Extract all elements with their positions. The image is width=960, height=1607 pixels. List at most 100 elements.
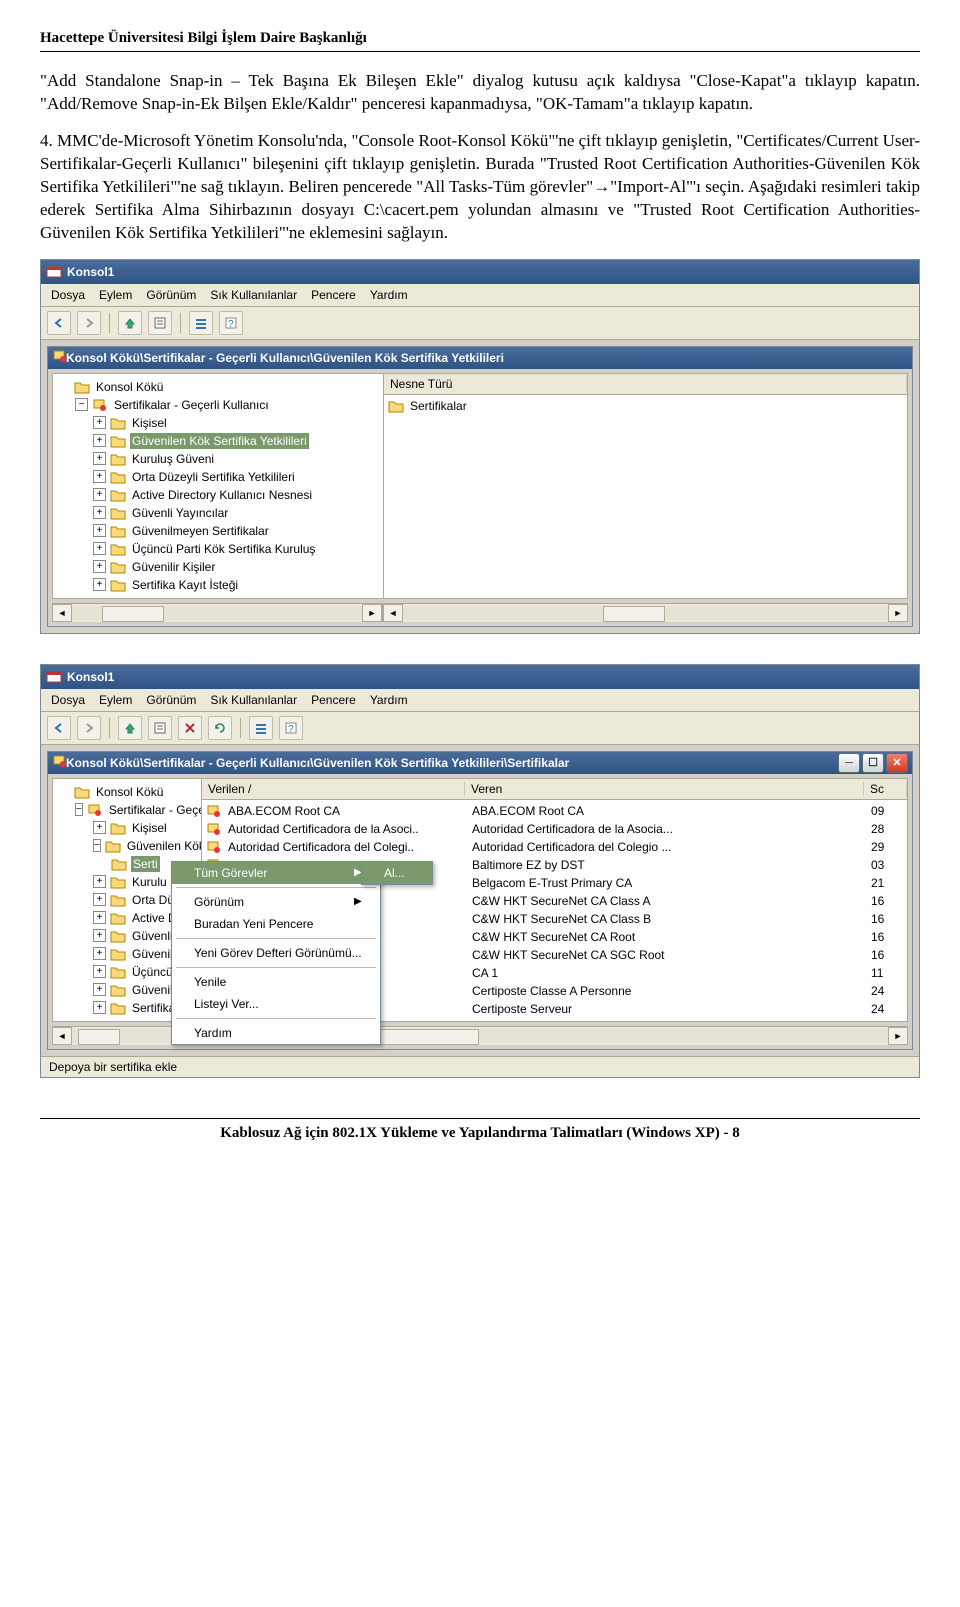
tree-user[interactable]: −Sertifikalar - Geçerli Kullanıcı xyxy=(53,801,201,819)
tree-item[interactable]: +Active Directory Kullanıcı Nesnesi xyxy=(53,486,383,504)
menu-yardim[interactable]: Yardım xyxy=(370,288,408,302)
tree-user[interactable]: −Sertifikalar - Geçerli Kullanıcı xyxy=(53,396,383,414)
cert-icon xyxy=(206,822,222,836)
props-button[interactable] xyxy=(148,716,172,740)
scrollbar-horizontal[interactable]: ◄► xyxy=(52,603,383,622)
col-issued-by[interactable]: Veren xyxy=(465,782,864,796)
menu-pencere[interactable]: Pencere xyxy=(311,693,356,707)
menu-yeni-gorev[interactable]: Yeni Görev Defteri Görünümü... xyxy=(172,942,380,964)
menu-buradan-yeni[interactable]: Buradan Yeni Pencere xyxy=(172,913,380,935)
cert-icon xyxy=(206,840,222,854)
tree-item[interactable]: +Sertifika Kayıt İsteği xyxy=(53,576,383,594)
list-button[interactable] xyxy=(189,311,213,335)
forward-button[interactable] xyxy=(77,311,101,335)
context-submenu[interactable]: Al... xyxy=(361,861,433,885)
inner-window-title: Konsol Kökü\Sertifikalar - Geçerli Kulla… xyxy=(66,756,569,770)
cert-icon xyxy=(52,754,66,771)
mmc-window-1: Konsol1 Dosya Eylem Görünüm Sık Kullanıl… xyxy=(40,259,920,634)
tree-item[interactable]: −Güvenilen Kök Sertifika Yetkilileri xyxy=(53,837,201,855)
back-button[interactable] xyxy=(47,311,71,335)
tree-item[interactable]: +Orta Düzeyli Sertifika Yetkilileri xyxy=(53,468,383,486)
help-button[interactable]: ? xyxy=(279,716,303,740)
menu-al[interactable]: Al... xyxy=(362,862,432,884)
delete-button[interactable] xyxy=(178,716,202,740)
props-button[interactable] xyxy=(148,311,172,335)
table-row[interactable]: ABA.ECOM Root CAABA.ECOM Root CA09 xyxy=(202,802,907,820)
cert-icon xyxy=(52,349,66,366)
window-title: Konsol1 xyxy=(67,670,114,684)
menu-tum-gorevler[interactable]: Tüm Görevler▶ xyxy=(172,862,380,884)
help-button[interactable]: ? xyxy=(219,311,243,335)
menu-listeyi[interactable]: Listeyi Ver... xyxy=(172,993,380,1015)
tree-item[interactable]: +Güvenilir Kişiler xyxy=(53,558,383,576)
tree-root[interactable]: Konsol Kökü xyxy=(53,378,383,396)
folder-icon xyxy=(388,399,404,413)
menu-dosya[interactable]: Dosya xyxy=(51,288,85,302)
context-menu[interactable]: Tüm Görevler▶ Görünüm▶ Buradan Yeni Penc… xyxy=(171,861,381,1045)
titlebar[interactable]: Konsol1 xyxy=(41,665,919,689)
titlebar[interactable]: Konsol1 xyxy=(41,260,919,284)
back-button[interactable] xyxy=(47,716,71,740)
column-header[interactable]: Nesne Türü xyxy=(384,374,907,395)
menu-sik[interactable]: Sık Kullanılanlar xyxy=(210,288,297,302)
menu-gorunum[interactable]: Görünüm▶ xyxy=(172,891,380,913)
mmc-window-2: Konsol1 Dosya Eylem Görünüm Sık Kullanıl… xyxy=(40,664,920,1078)
refresh-button[interactable] xyxy=(208,716,232,740)
menubar[interactable]: Dosya Eylem Görünüm Sık Kullanılanlar Pe… xyxy=(41,689,919,712)
table-row[interactable]: Autoridad Certificadora del Colegi..Auto… xyxy=(202,838,907,856)
column-headers[interactable]: Verilen / Veren Sc xyxy=(202,779,907,800)
menu-sik[interactable]: Sık Kullanılanlar xyxy=(210,693,297,707)
menubar[interactable]: Dosya Eylem Görünüm Sık Kullanılanlar Pe… xyxy=(41,284,919,307)
menu-gorunum[interactable]: Görünüm xyxy=(146,693,196,707)
tree-item[interactable]: +Kuruluş Güveni xyxy=(53,450,383,468)
col-object-type[interactable]: Nesne Türü xyxy=(384,377,907,391)
svg-text:?: ? xyxy=(288,724,294,735)
paragraph-1: "Add Standalone Snap-in – Tek Başına Ek … xyxy=(40,70,920,116)
maximize-button[interactable]: ☐ xyxy=(862,753,884,773)
menu-dosya[interactable]: Dosya xyxy=(51,693,85,707)
inner-titlebar[interactable]: Konsol Kökü\Sertifikalar - Geçerli Kulla… xyxy=(48,347,912,369)
menu-yardim[interactable]: Yardım xyxy=(370,693,408,707)
tree-pane[interactable]: Konsol Kökü −Sertifikalar - Geçerli Kull… xyxy=(53,374,384,598)
page-header: Hacettepe Üniversitesi Bilgi İşlem Daire… xyxy=(40,30,920,52)
table-row[interactable]: Autoridad Certificadora de la Asoci..Aut… xyxy=(202,820,907,838)
up-button[interactable] xyxy=(118,311,142,335)
list-item[interactable]: Sertifikalar xyxy=(384,397,907,415)
menu-yenile[interactable]: Yenile xyxy=(172,971,380,993)
paragraph-2: 4. MMC'de-Microsoft Yönetim Konsolu'nda,… xyxy=(40,130,920,245)
tree-item[interactable]: +Güvenilmeyen Sertifikalar xyxy=(53,522,383,540)
tree-item[interactable]: +Kişisel xyxy=(53,819,201,837)
scrollbar-horizontal[interactable]: ◄► xyxy=(383,603,908,622)
tree-item-selected[interactable]: +Güvenilen Kök Sertifika Yetkilileri xyxy=(53,432,383,450)
forward-button[interactable] xyxy=(77,716,101,740)
inner-window: Konsol Kökü\Sertifikalar - Geçerli Kulla… xyxy=(47,751,913,1050)
app-icon xyxy=(45,263,63,281)
list-pane[interactable]: Nesne Türü Sertifikalar xyxy=(384,374,907,598)
tree-item[interactable]: +Güvenli Yayıncılar xyxy=(53,504,383,522)
menu-eylem[interactable]: Eylem xyxy=(99,288,132,302)
close-button[interactable]: ✕ xyxy=(886,753,908,773)
list-button[interactable] xyxy=(249,716,273,740)
menu-yardim[interactable]: Yardım xyxy=(172,1022,380,1044)
minimize-button[interactable]: ─ xyxy=(838,753,860,773)
menu-pencere[interactable]: Pencere xyxy=(311,288,356,302)
window-title: Konsol1 xyxy=(67,265,114,279)
toolbar: ? xyxy=(41,712,919,745)
svg-text:?: ? xyxy=(228,319,234,330)
menu-eylem[interactable]: Eylem xyxy=(99,693,132,707)
tree-root[interactable]: Konsol Kökü xyxy=(53,783,201,801)
app-icon xyxy=(45,668,63,686)
page-footer: Kablosuz Ağ için 802.1X Yükleme ve Yapıl… xyxy=(40,1118,920,1142)
col-issued-to[interactable]: Verilen / xyxy=(202,782,465,796)
inner-window: Konsol Kökü\Sertifikalar - Geçerli Kulla… xyxy=(47,346,913,627)
inner-titlebar[interactable]: Konsol Kökü\Sertifikalar - Geçerli Kulla… xyxy=(48,752,912,774)
up-button[interactable] xyxy=(118,716,142,740)
tree-item[interactable]: +Kişisel xyxy=(53,414,383,432)
menu-gorunum[interactable]: Görünüm xyxy=(146,288,196,302)
col-sc[interactable]: Sc xyxy=(864,782,907,796)
tree-item[interactable]: +Üçüncü Parti Kök Sertifika Kuruluş xyxy=(53,540,383,558)
inner-window-title: Konsol Kökü\Sertifikalar - Geçerli Kulla… xyxy=(66,351,504,365)
cert-icon xyxy=(206,804,222,818)
toolbar: ? xyxy=(41,307,919,340)
statusbar: Depoya bir sertifika ekle xyxy=(41,1056,919,1077)
